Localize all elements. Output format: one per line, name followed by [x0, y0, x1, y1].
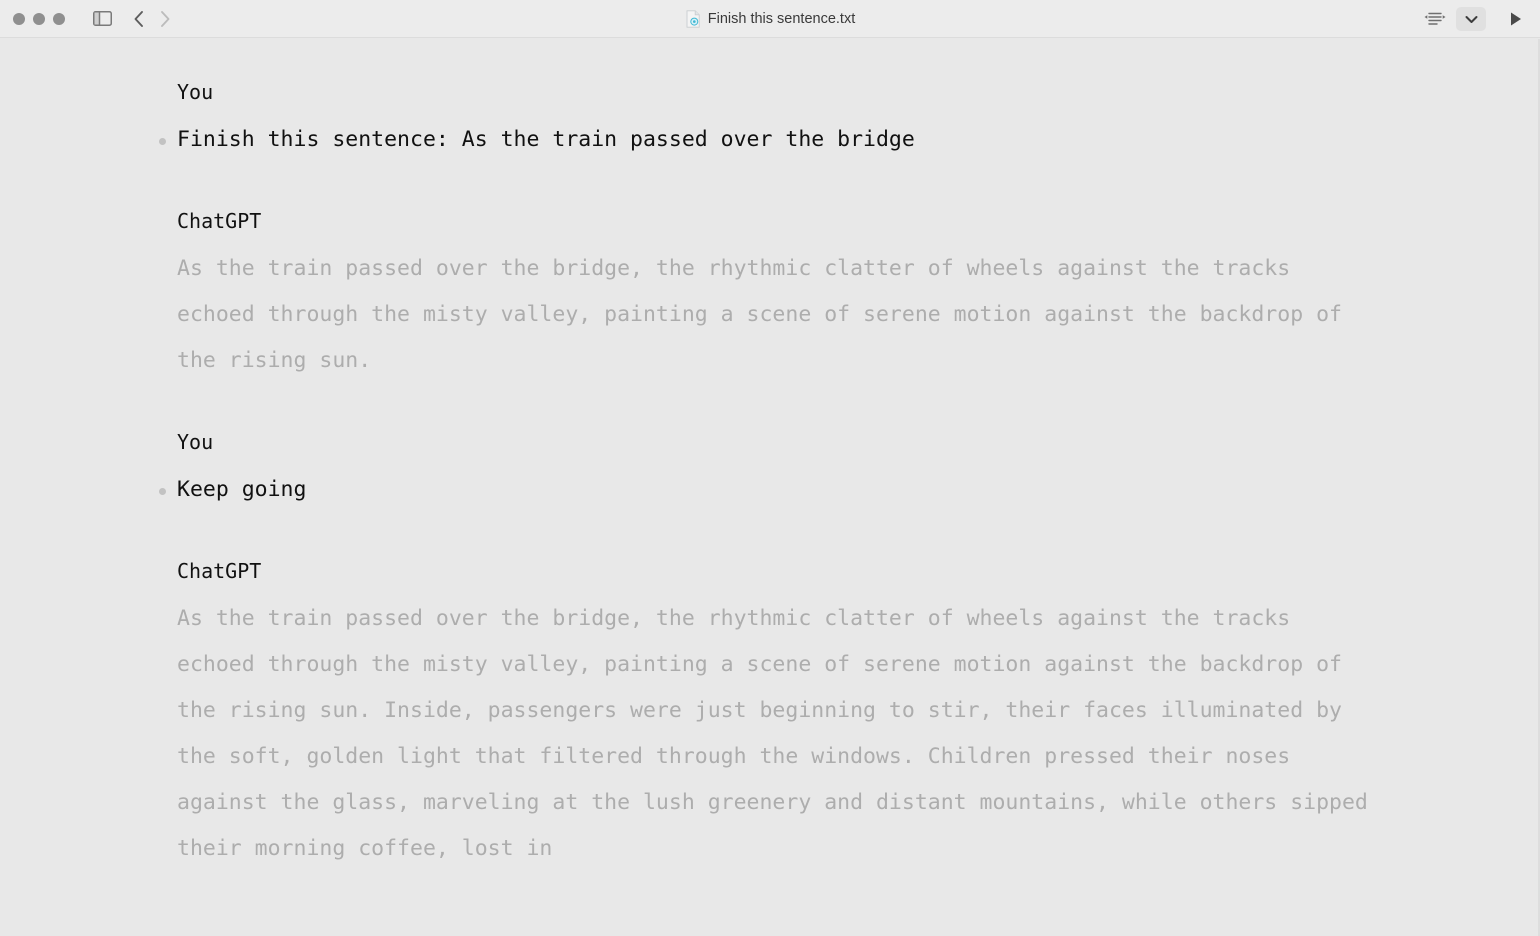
back-button[interactable] — [128, 7, 150, 31]
speaker-label: You — [177, 80, 214, 104]
conversation-turn-user-1: You Finish this sentence: As the train p… — [0, 78, 1540, 163]
speaker-label: ChatGPT — [177, 209, 262, 233]
text-format-icon[interactable] — [1420, 7, 1450, 31]
close-button[interactable] — [13, 12, 25, 25]
user-message: Keep going — [159, 467, 1540, 513]
traffic-lights — [13, 12, 65, 25]
conversation-turn-assistant-1: ChatGPT As the train passed over the bri… — [0, 207, 1540, 384]
user-message: Finish this sentence: As the train passe… — [159, 117, 1540, 163]
maximize-button[interactable] — [53, 12, 65, 25]
window-title: Finish this sentence.txt — [707, 11, 856, 27]
minimize-button[interactable] — [33, 12, 45, 25]
forward-button[interactable] — [154, 7, 176, 31]
window-title-group: Finish this sentence.txt — [0, 0, 1540, 38]
speaker-label: ChatGPT — [177, 559, 262, 583]
assistant-message-text: As the train passed over the bridge, the… — [177, 256, 1355, 373]
conversation-turn-user-2: You Keep going — [0, 428, 1540, 513]
chevron-down-icon[interactable] — [1456, 7, 1486, 31]
user-message-text: Finish this sentence: As the train passe… — [177, 127, 915, 152]
titlebar: Finish this sentence.txt — [0, 0, 1540, 38]
play-icon[interactable] — [1502, 7, 1530, 31]
sidebar-toggle-icon[interactable] — [90, 7, 114, 31]
text-editor-window: Finish this sentence.txt You Finish this… — [0, 0, 1540, 936]
text-document-icon — [685, 10, 701, 28]
document-body[interactable]: You Finish this sentence: As the train p… — [0, 38, 1540, 936]
bullet-icon — [159, 138, 166, 145]
titlebar-right-controls — [1420, 0, 1530, 38]
user-message-text: Keep going — [177, 477, 307, 502]
conversation-turn-assistant-2: ChatGPT As the train passed over the bri… — [0, 557, 1540, 872]
bullet-icon — [159, 488, 166, 495]
speaker-label: You — [177, 430, 214, 454]
assistant-message-text: As the train passed over the bridge, the… — [177, 606, 1381, 861]
